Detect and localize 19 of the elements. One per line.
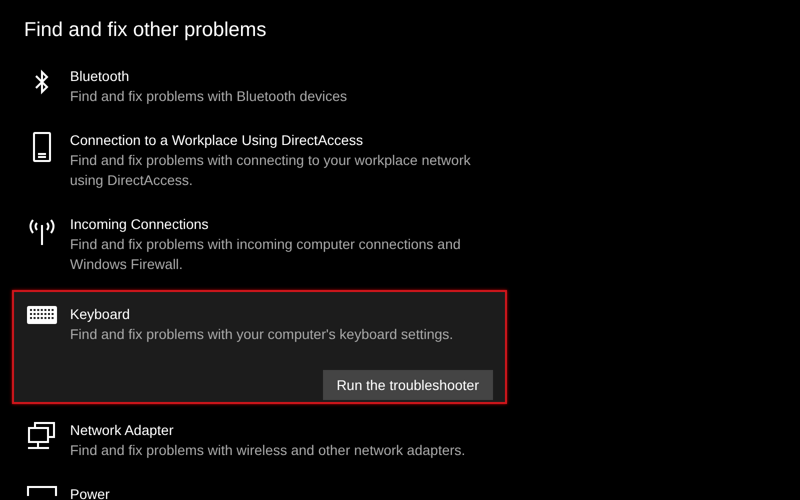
- bluetooth-icon: [34, 68, 50, 96]
- monitor-icon: [27, 486, 57, 496]
- troubleshooter-description: Find and fix problems with incoming computer connections and Windows Firewall.: [70, 235, 462, 274]
- phone-icon: [32, 132, 51, 162]
- troubleshooter-title[interactable]: Incoming Connections: [70, 214, 493, 234]
- troubleshooter-description: Find and fix problems with Bluetooth devices: [70, 87, 348, 106]
- troubleshooter-title[interactable]: Bluetooth: [70, 66, 348, 86]
- troubleshooter-description: Find and fix problems with wireless and other network adapters.: [70, 441, 466, 460]
- monitors-icon: [27, 422, 57, 452]
- troubleshooter-title[interactable]: Power: [70, 484, 110, 500]
- troubleshooter-title[interactable]: Connection to a Workplace Using DirectAccess: [70, 130, 493, 150]
- troubleshooter-description: Find and fix problems with connecting to your workplace network using DirectAccess.: [70, 151, 472, 190]
- run-troubleshooter-button[interactable]: Run the troubleshooter: [322, 370, 493, 400]
- troubleshooter-description: Find and fix problems with your computer's keyboard settings.: [70, 325, 454, 344]
- section-heading: Find and fix other problems: [24, 19, 268, 42]
- keyboard-icon: [27, 306, 57, 324]
- troubleshooter-title[interactable]: Network Adapter: [70, 420, 466, 440]
- troubleshooter-item[interactable]: Keyboard Find and fix problems with your computer's keyboard settings. Run the troubleshooter: [12, 290, 507, 404]
- troubleshooter-title: Keyboard: [70, 305, 131, 324]
